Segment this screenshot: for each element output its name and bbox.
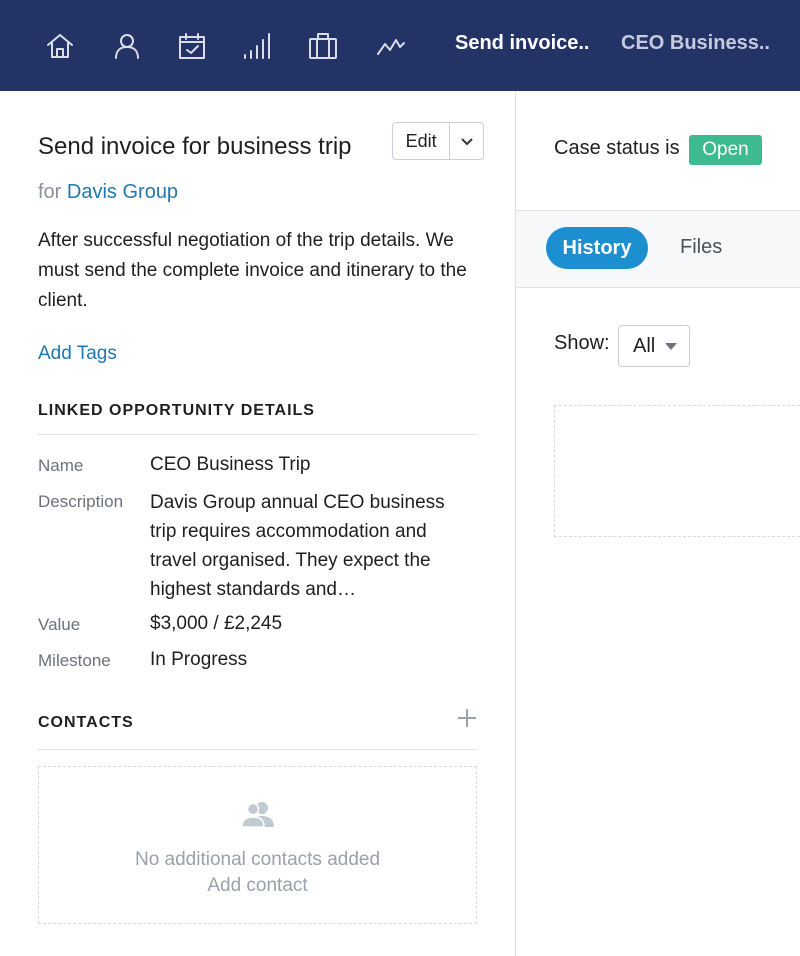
opportunity-description: Davis Group annual CEO business trip req…: [150, 492, 445, 600]
case-title: Send invoice for business trip: [38, 133, 352, 160]
briefcase-icon[interactable]: [305, 28, 341, 64]
caret-down-icon: [665, 343, 677, 350]
case-status-label: Case status is: [554, 137, 680, 159]
home-icon[interactable]: [42, 28, 78, 64]
chevron-down-icon: [460, 138, 473, 146]
for-label: for: [38, 181, 62, 203]
show-filter-value: All: [633, 334, 656, 357]
top-navigation-bar: Send invoice.. CEO Business..: [0, 0, 800, 91]
show-filter-select[interactable]: All: [618, 325, 690, 367]
section-divider: [38, 434, 477, 435]
tab-send-invoice[interactable]: Send invoice..: [455, 32, 589, 55]
name-label: Name: [38, 456, 84, 475]
case-description: After successful negotiation of the trip…: [38, 230, 467, 311]
edit-button-group: Edit: [392, 122, 484, 160]
history-empty-box: [554, 405, 800, 537]
contacts-heading: CONTACTS: [38, 714, 134, 731]
tab-ceo-business[interactable]: CEO Business..: [621, 32, 770, 55]
description-label: Description: [38, 492, 124, 511]
opportunity-milestone: In Progress: [150, 649, 248, 670]
value-label: Value: [38, 615, 81, 634]
opportunity-name-link[interactable]: CEO Business Trip: [150, 454, 311, 476]
organization-link[interactable]: Davis Group: [67, 181, 178, 203]
tab-history[interactable]: History: [546, 227, 648, 269]
edit-button[interactable]: Edit: [393, 123, 451, 159]
person-icon[interactable]: [109, 28, 145, 64]
add-contact-link[interactable]: Add contact: [38, 875, 477, 897]
no-contacts-text: No additional contacts added: [134, 849, 381, 870]
case-organization-line: for Davis Group: [38, 181, 178, 204]
activity-icon[interactable]: [373, 28, 409, 64]
linked-opportunity-heading: LINKED OPPORTUNITY DETAILS: [38, 402, 315, 419]
contacts-empty-box: [38, 766, 477, 924]
tab-files[interactable]: Files: [680, 236, 722, 259]
signal-bars-icon[interactable]: [239, 28, 275, 64]
people-icon: [241, 800, 275, 828]
section-divider: [38, 749, 477, 750]
add-contact-plus-icon[interactable]: [456, 707, 478, 729]
add-tags-link[interactable]: Add Tags: [38, 343, 117, 365]
show-filter-label: Show:: [554, 332, 610, 354]
milestone-label: Milestone: [38, 651, 111, 670]
opportunity-value: $3,000 / £2,245: [150, 613, 283, 634]
edit-dropdown-button[interactable]: [450, 123, 483, 159]
calendar-icon[interactable]: [174, 28, 210, 64]
status-badge: Open: [689, 135, 762, 165]
